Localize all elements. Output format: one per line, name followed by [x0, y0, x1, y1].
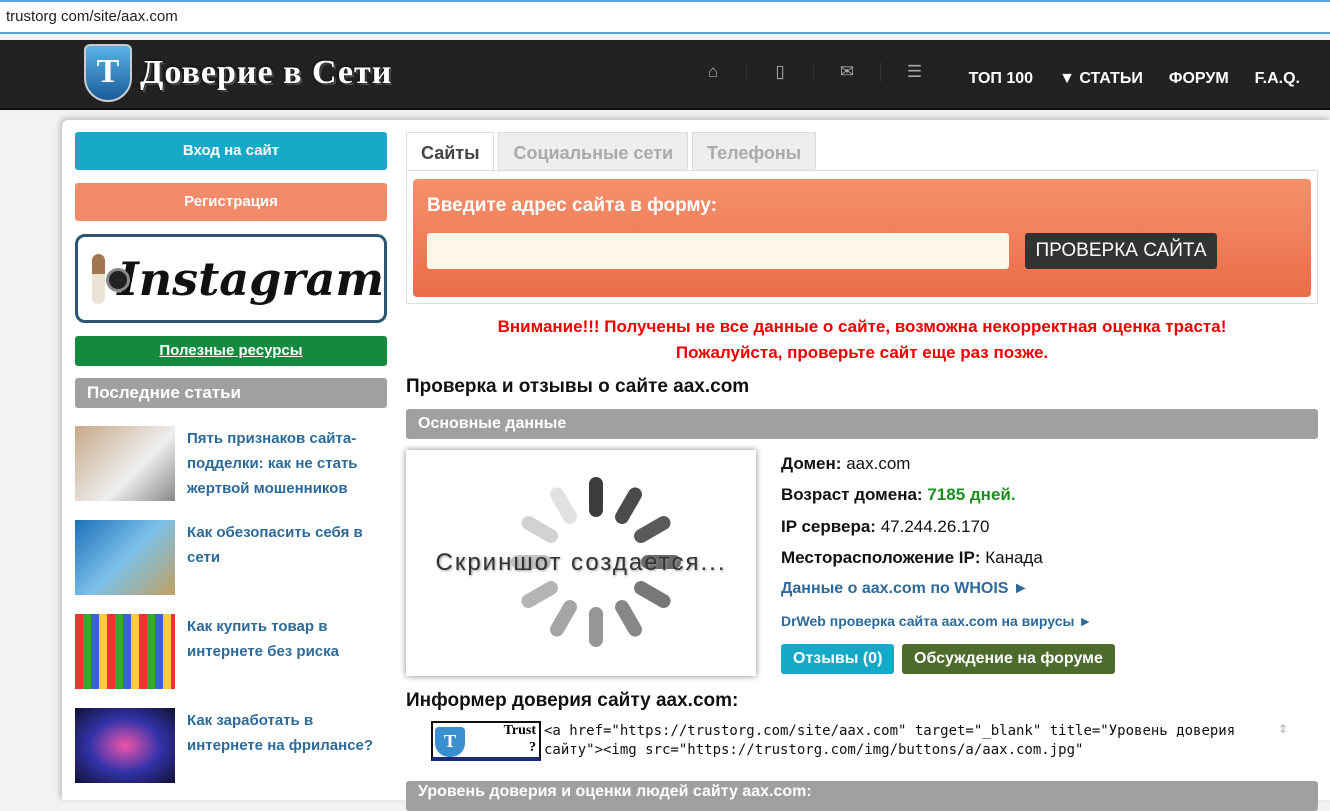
domain-age-row: Возраст домена: 7185 дней.	[781, 485, 1016, 504]
trust-badge: T Trust ?	[431, 721, 541, 761]
nav-faq[interactable]: F.A.Q.	[1255, 70, 1300, 88]
article-thumbnail	[75, 614, 175, 689]
textarea-resize-handle[interactable]: ⇕	[1278, 722, 1288, 736]
nav-articles[interactable]: ▼ СТАТЬИ	[1059, 70, 1143, 88]
address-bar[interactable]: trustorg com/site/aax.com	[0, 0, 1330, 34]
article-link[interactable]: Пять признаков сайта-подделки: как не ст…	[187, 426, 387, 501]
site-screenshot: Скриншот создается...	[406, 450, 756, 676]
basic-data-heading: Основные данные	[406, 409, 1318, 439]
trust-level-heading: Уровень доверия и оценки людей сайту aax…	[406, 781, 1318, 811]
logo-shield-icon: T	[84, 44, 132, 102]
logo-text: Доверие в Сети	[140, 54, 393, 91]
forum-discussion-button[interactable]: Обсуждение на форуме	[902, 644, 1115, 674]
url-text: trustorg com/site/aax.com	[6, 8, 178, 25]
screenshot-status: Скриншот создается...	[435, 549, 727, 576]
article-thumbnail	[75, 708, 175, 783]
nav-top100[interactable]: ТОП 100	[969, 70, 1033, 88]
tab-phones[interactable]: Телефоны	[692, 132, 817, 170]
article-link[interactable]: Как обезопасить себя в сети	[187, 520, 387, 595]
form-title: Введите адрес сайта в форму:	[427, 195, 717, 216]
latest-articles-heading: Последние статьи	[75, 378, 387, 408]
article-thumbnail	[75, 426, 175, 501]
drweb-link[interactable]: DrWeb проверка сайта aax.com на вирусы ►	[781, 613, 1092, 629]
home-icon[interactable]: ⌂	[680, 62, 747, 82]
article-item[interactable]: Как обезопасить себя в сети	[75, 520, 387, 595]
list-icon[interactable]: ☰	[881, 62, 948, 82]
mobile-icon[interactable]: ▯	[747, 62, 814, 82]
article-link[interactable]: Как заработать в интернете на фрилансе?	[187, 708, 387, 783]
whois-link[interactable]: Данные о aax.com по WHOIS ►	[781, 580, 1029, 598]
tab-social[interactable]: Социальные сети	[498, 132, 689, 170]
page-title: Проверка и отзывы о сайте aax.com	[406, 376, 750, 397]
article-item[interactable]: Пять признаков сайта-подделки: как не ст…	[75, 426, 387, 501]
location-row: Месторасположение IP: Канада	[781, 548, 1043, 567]
article-link[interactable]: Как купить товар в интернете без риска	[187, 614, 387, 689]
instagram-banner[interactable]: Instagram	[75, 234, 387, 323]
mail-icon[interactable]: ✉	[814, 62, 881, 82]
instagram-camera-icon	[92, 253, 131, 304]
register-button[interactable]: Регистрация	[75, 183, 387, 221]
site-logo[interactable]: T Доверие в Сети	[84, 44, 392, 102]
site-check-form: Введите адрес сайта в форму: ПРОВЕРКА СА…	[406, 170, 1318, 304]
informer-title: Информер доверия сайту aax.com:	[406, 690, 739, 711]
login-button[interactable]: Вход на сайт	[75, 132, 387, 170]
article-item[interactable]: Как купить товар в интернете без риска	[75, 614, 387, 689]
domain-row: Домен: aax.com	[781, 454, 911, 473]
informer-code-textarea[interactable]: <a href="https://trustorg.com/site/aax.c…	[544, 722, 1294, 760]
article-thumbnail	[75, 520, 175, 595]
useful-resources-button[interactable]: Полезные ресурсы	[75, 336, 387, 366]
article-item[interactable]: Как заработать в интернете на фрилансе?	[75, 708, 387, 783]
check-site-button[interactable]: ПРОВЕРКА САЙТА	[1025, 233, 1217, 269]
nav-forum[interactable]: ФОРУМ	[1169, 70, 1229, 88]
reviews-button[interactable]: Отзывы (0)	[781, 644, 895, 674]
site-header: T Доверие в Сети ⌂ ▯ ✉ ☰ ТОП 100 ▼ СТАТЬ…	[0, 40, 1330, 110]
tab-sites[interactable]: Сайты	[406, 132, 495, 170]
warning-message: Внимание!!! Получены не все данные о сай…	[497, 317, 1227, 362]
instagram-text: Instagram	[117, 251, 384, 306]
site-url-input[interactable]	[427, 233, 1009, 269]
ip-row: IP сервера: 47.244.26.170	[781, 517, 990, 536]
